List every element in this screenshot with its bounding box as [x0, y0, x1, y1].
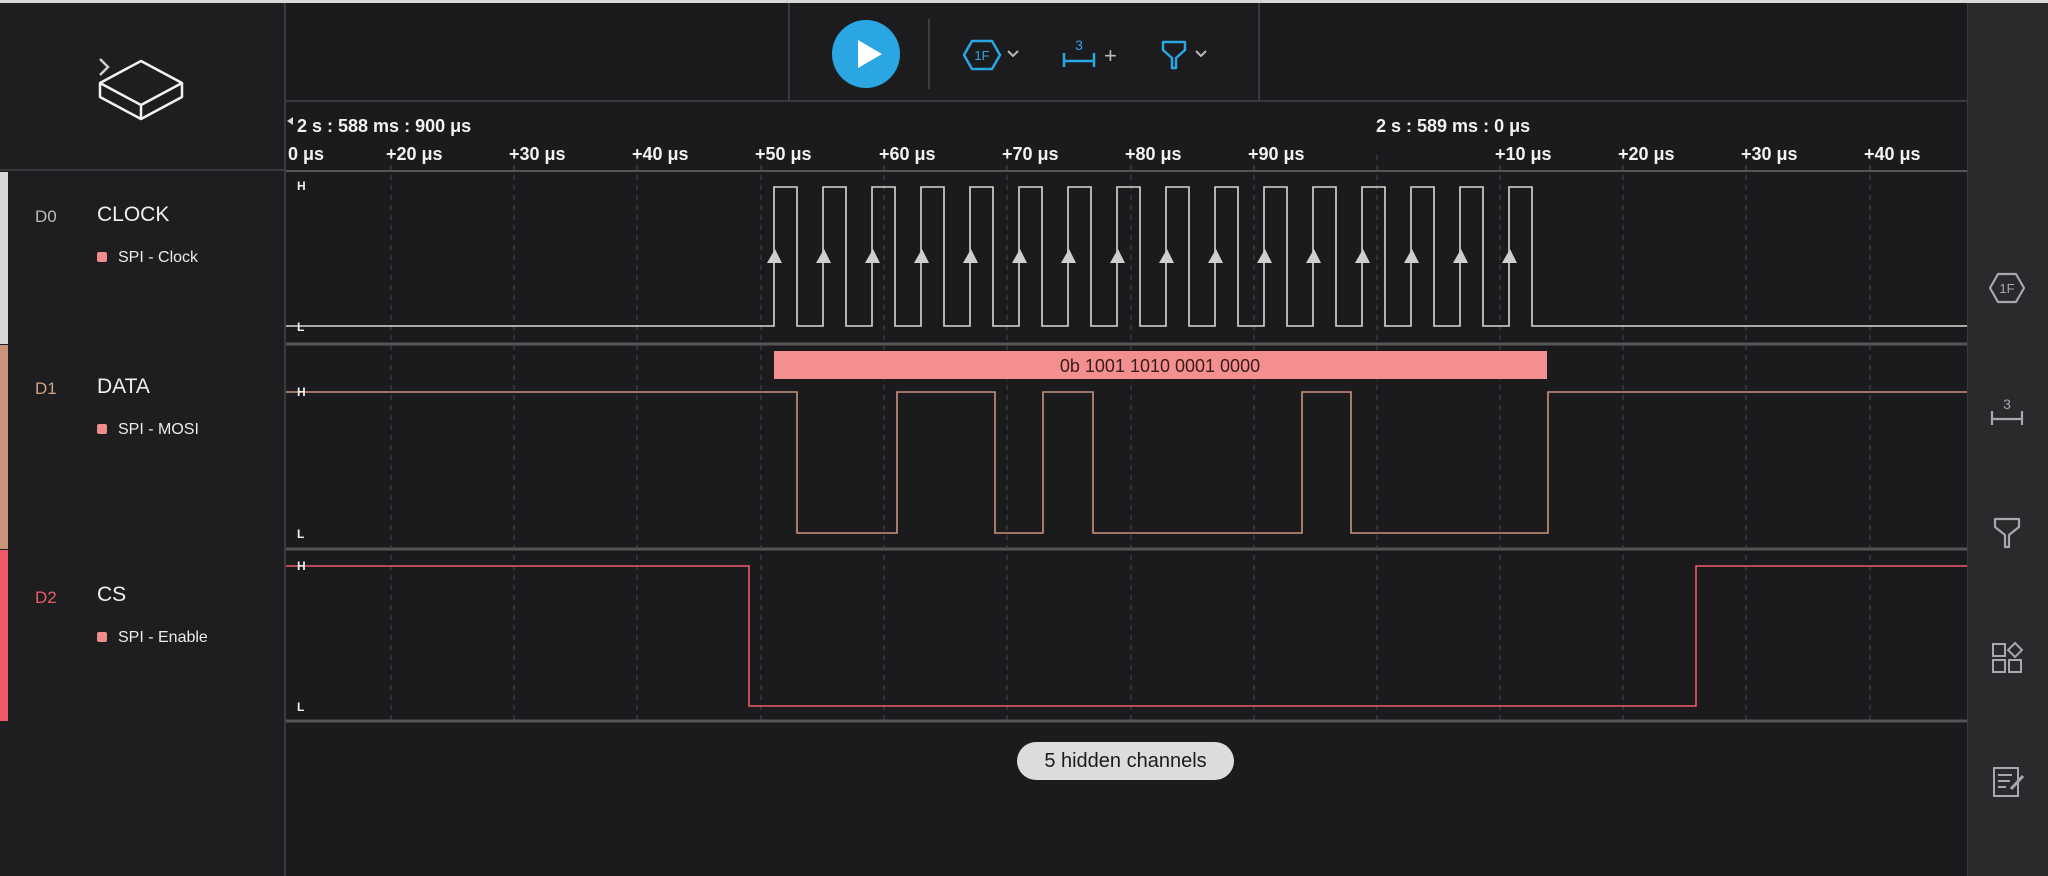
rising-edge-marker-icon — [1404, 249, 1419, 263]
trigger-dropdown-button[interactable]: 1F — [962, 39, 1019, 76]
time-tick-label: +40 μs — [632, 144, 689, 164]
time-gridlines — [390, 155, 1871, 721]
hidden-channels-button[interactable]: 5 hidden channels — [1017, 742, 1234, 780]
svg-text:3: 3 — [2003, 396, 2011, 412]
filter-dropdown-button[interactable] — [1160, 39, 1207, 76]
time-tick-label: +80 μs — [1125, 144, 1182, 164]
rising-edge-marker-icon — [865, 249, 880, 263]
clock-high-label: H — [297, 179, 306, 193]
time-tick-label: +10 μs — [1495, 144, 1552, 164]
time-tick-label: +30 μs — [1741, 144, 1798, 164]
start-capture-button[interactable] — [832, 20, 900, 88]
channel-id: D1 — [35, 379, 57, 398]
channel-id: D0 — [35, 207, 57, 226]
channel-name[interactable]: DATA — [97, 375, 150, 399]
add-icon: + — [1104, 43, 1117, 68]
right-sidebar — [1967, 3, 2048, 876]
rising-edge-marker-icon — [1502, 249, 1517, 263]
timebar-left-marker-icon — [287, 117, 293, 125]
rising-edge-marker-icon — [1306, 249, 1321, 263]
rising-edge-marker-icon — [963, 249, 978, 263]
time-tick-label: +20 μs — [386, 144, 443, 164]
channel-name[interactable]: CS — [97, 583, 126, 607]
spi-decode-value: 0b 1001 1010 0001 0000 — [1060, 356, 1260, 376]
time-tick-label: +30 μs — [509, 144, 566, 164]
rising-edge-marker-icon — [1257, 249, 1272, 263]
trigger-icon[interactable]: 1F — [1987, 268, 2027, 308]
trigger-icon: 1F — [962, 39, 1002, 71]
timebar-left-time: 2 s : 588 ms : 900 μs — [297, 116, 472, 136]
analyzer-name: SPI - Enable — [118, 629, 208, 646]
rising-edge-marker-icon — [1453, 249, 1468, 263]
notes-icon[interactable] — [1987, 762, 2027, 802]
analyzer-color-dot — [97, 632, 107, 642]
filter-icon — [1161, 40, 1187, 70]
rising-edge-marker-icon — [816, 249, 831, 263]
cs-high-label: H — [297, 559, 306, 573]
clock-rising-edge-markers — [767, 249, 1517, 263]
measurement-icon[interactable]: 3 — [1987, 393, 2027, 433]
time-tick-label: +50 μs — [755, 144, 812, 164]
data-low-label: L — [297, 527, 305, 541]
analyzer-name: SPI - Clock — [118, 249, 199, 266]
rising-edge-marker-icon — [767, 249, 782, 263]
toolbar-divider — [928, 19, 930, 89]
svg-text:3: 3 — [1075, 37, 1083, 53]
rising-edge-marker-icon — [1110, 249, 1125, 263]
chevron-right-icon[interactable] — [96, 55, 112, 79]
channel-color-stripe — [0, 550, 8, 721]
svg-text:1F: 1F — [1999, 281, 2014, 296]
capture-toolbar: 1F 3 + — [788, 3, 1260, 102]
add-measurement-button[interactable]: 3 + — [1060, 37, 1117, 76]
logic-analyzer-app: 0b 1001 1010 0001 0000 2 s : 588 ms : 90… — [0, 0, 2048, 876]
filter-icon[interactable] — [1987, 513, 2027, 553]
measurement-icon: 3 — [1062, 37, 1096, 67]
rising-edge-marker-icon — [1159, 249, 1174, 263]
layout-icon[interactable] — [1987, 638, 2027, 678]
channel-id: D2 — [35, 588, 57, 607]
time-tick-label: +40 μs — [1864, 144, 1921, 164]
channel-analyzer-label: SPI - Enable — [97, 629, 208, 647]
cs-low-label: L — [297, 700, 305, 714]
logo-area — [0, 3, 286, 171]
rising-edge-marker-icon — [1355, 249, 1370, 263]
channel-row-d2[interactable]: D2 CS SPI - Enable — [0, 550, 286, 721]
cs-waveform — [286, 565, 1967, 707]
analyzer-color-dot — [97, 252, 107, 262]
rising-edge-marker-icon — [1012, 249, 1027, 263]
play-icon — [858, 40, 882, 68]
channel-color-stripe — [0, 345, 8, 549]
channel-row-d0[interactable]: D0 CLOCK SPI - Clock — [0, 172, 286, 344]
chevron-down-icon — [1195, 50, 1207, 58]
channel-analyzer-label: SPI - Clock — [97, 249, 198, 267]
clock-waveform — [286, 186, 1967, 327]
data-high-label: H — [297, 385, 306, 399]
time-tick-label: +90 μs — [1248, 144, 1305, 164]
svg-text:1F: 1F — [974, 48, 989, 63]
rising-edge-marker-icon — [1208, 249, 1223, 263]
rising-edge-marker-icon — [1061, 249, 1076, 263]
clock-low-label: L — [297, 320, 305, 334]
time-tick-label: +60 μs — [879, 144, 936, 164]
analyzer-name: SPI - MOSI — [118, 421, 199, 438]
channel-color-stripe — [0, 172, 8, 344]
time-tick-label: +70 μs — [1002, 144, 1059, 164]
channel-row-d1[interactable]: D1 DATA SPI - MOSI — [0, 345, 286, 549]
time-tick-label: +20 μs — [1618, 144, 1675, 164]
timebar-right-time: 2 s : 589 ms : 0 μs — [1376, 116, 1531, 136]
channel-analyzer-label: SPI - MOSI — [97, 421, 199, 439]
analyzer-color-dot — [97, 424, 107, 434]
chevron-down-icon — [1007, 50, 1019, 58]
data-waveform — [286, 391, 1967, 534]
channel-name[interactable]: CLOCK — [97, 203, 169, 227]
time-tick-label: 0 μs — [288, 144, 325, 164]
rising-edge-marker-icon — [914, 249, 929, 263]
